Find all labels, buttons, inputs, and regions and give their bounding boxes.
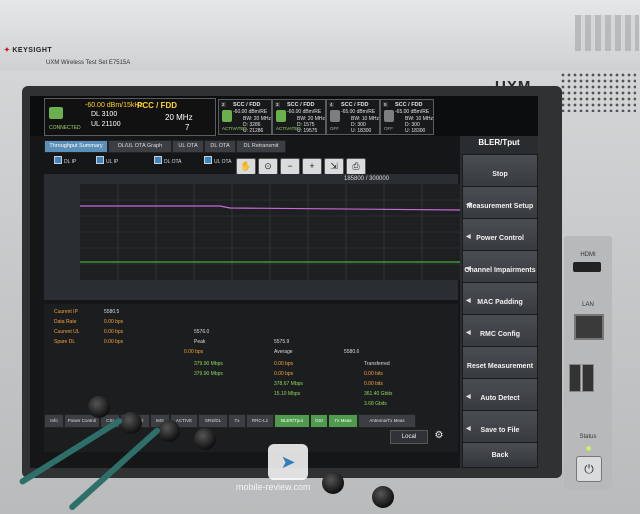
- status-led: [586, 446, 591, 451]
- zoom-in-icon[interactable]: +: [302, 158, 322, 175]
- scc-cell-4[interactable]: 4 SCC / FDD -65.00 dBm/RE BW: 10 MHz D: …: [326, 99, 380, 135]
- plot-area: [80, 184, 461, 280]
- pcc-title: PCC / FDD: [137, 101, 177, 110]
- table-row: 378.67 Mbps 0.00 bits: [274, 381, 383, 387]
- legend-dl-ip[interactable]: DL IP: [54, 156, 76, 165]
- pcc-ul-earfcn: UL 21100: [91, 121, 121, 128]
- export-icon[interactable]: ⇲: [324, 158, 344, 175]
- tab-rrc-l1[interactable]: RRC-L1: [246, 414, 274, 428]
- speaker-grille: [560, 72, 636, 112]
- status-label: Status: [579, 434, 597, 440]
- tab-antenna-tx-meas[interactable]: Antenna/Tx Meas: [358, 414, 416, 428]
- scc-cell-3[interactable]: 3 SCC / FDD -60.00 dBm/RE BW: 20 MHz D: …: [272, 99, 326, 135]
- print-icon[interactable]: ⎙: [346, 158, 366, 175]
- pcc-bandwidth: 20 MHz: [165, 113, 193, 122]
- local-button[interactable]: Local: [390, 430, 428, 444]
- zoom-out-icon[interactable]: −: [280, 158, 300, 175]
- rf-connector-knob[interactable]: [194, 428, 216, 450]
- watermark-logo: ➤: [268, 444, 308, 480]
- zoom-reset-icon[interactable]: ⊙: [258, 158, 278, 175]
- tab-throughput-summary[interactable]: Throughput Summary: [44, 140, 108, 153]
- table-row: 0.00 bps Average 5580.6: [184, 349, 360, 355]
- rf-connector-knob[interactable]: [120, 412, 142, 434]
- watermark-text: mobile-review.com: [236, 482, 311, 492]
- throughput-graph[interactable]: 185800 / 300000: [44, 174, 461, 300]
- table-row: Data Rate 0.00 bps: [54, 319, 124, 325]
- instrument-chassis: ✦KEYSIGHT UXM Wireless Test Set E7515A U…: [0, 0, 640, 514]
- table-row: 15.10 Mbps 361.40 Gbits: [274, 391, 393, 397]
- softkey-panel-title: BLER/Tput: [478, 138, 520, 147]
- rf-connector-knob[interactable]: [372, 486, 394, 508]
- pcc-power: -60.00 dBm/15kHz: [85, 102, 143, 109]
- tab-dl-ota[interactable]: DL OTA: [204, 140, 236, 153]
- pcc-cell-status[interactable]: CONNECTED -60.00 dBm/15kHz PCC / FDD DL …: [44, 98, 216, 136]
- graph-toolbar: ✋ ⊙ − + ⇲ ⎙: [236, 158, 386, 175]
- tab-dl-ul-ota-graph[interactable]: DL/UL OTA Graph: [108, 140, 172, 153]
- hand-icon[interactable]: ✋: [236, 158, 256, 175]
- table-row: Cuurent IP 5580.5: [54, 309, 120, 315]
- antenna-icon: [222, 110, 232, 122]
- top-vent: [575, 15, 639, 51]
- power-button-icon[interactable]: ⏻: [576, 456, 602, 482]
- table-row: 379.90 Mbps 0.00 bps Transferred: [194, 361, 390, 367]
- usb-port[interactable]: [569, 364, 581, 392]
- softkey-panel: BLER/Tput Stop ◀ Measurement Setup ◀ Power…: [460, 136, 538, 468]
- y-axis-ticks: [56, 178, 66, 278]
- antenna-icon: [384, 110, 394, 122]
- rf-connector-knob[interactable]: [88, 396, 110, 418]
- side-port-panel: HDMI LAN Status ⏻: [564, 236, 612, 490]
- back-button[interactable]: Back: [462, 442, 538, 468]
- brand-logo: ✦ KEYSIGHT: [4, 47, 53, 54]
- lan-label: LAN: [582, 302, 594, 308]
- legend-ul-ip[interactable]: UL IP: [96, 156, 118, 165]
- tab-ul-ota[interactable]: UL OTA: [172, 140, 204, 153]
- hdmi-port[interactable]: [573, 262, 601, 272]
- rf-connector-knob[interactable]: [158, 420, 180, 442]
- legend-dl-ota[interactable]: DL OTA: [154, 156, 182, 165]
- tab-srs-dl[interactable]: SRS/DL: [198, 414, 228, 428]
- tab-bler-tput[interactable]: BLER/Tput: [274, 414, 310, 428]
- antenna-icon: [330, 110, 340, 122]
- rf-connector-knob[interactable]: [322, 472, 344, 494]
- hdmi-label: HDMI: [580, 252, 596, 258]
- tab-gsi[interactable]: GSI: [310, 414, 328, 428]
- product-label: UXM Wireless Test Set E7515A: [46, 60, 131, 66]
- scc-cell-2[interactable]: 2 SCC / FDD -60.00 dBm/RE BW: 20 MHz D: …: [218, 99, 272, 135]
- cell-status-bar: CONNECTED -60.00 dBm/15kHz PCC / FDD DL …: [30, 96, 538, 136]
- table-row: Spare DL 0.00 bps Peak 5575.9: [54, 339, 290, 345]
- graph-svg: [80, 184, 461, 280]
- pcc-band: 7: [185, 123, 190, 132]
- scc-cell-5[interactable]: 5 SCC / FDD -65.00 dBm/RE BW: 10 MHz D: …: [380, 99, 434, 135]
- table-row: Cuurent UL 0.00 bps 5576.0: [54, 329, 210, 335]
- view-tabs: Throughput Summary DL/UL OTA Graph UL OT…: [30, 140, 460, 153]
- table-row: 379.90 Mbps 0.00 bps 0.00 bits: [194, 371, 383, 377]
- tab-info[interactable]: Info: [44, 414, 64, 428]
- gear-icon[interactable]: ⚙: [432, 430, 446, 442]
- pcc-dl-earfcn: DL 3100: [91, 111, 118, 118]
- usb-port[interactable]: [582, 364, 594, 392]
- antenna-icon: [276, 110, 286, 122]
- legend-ul-ota[interactable]: UL OTA: [204, 156, 232, 165]
- tab-tx-meas[interactable]: Tx Meas: [328, 414, 358, 428]
- antenna-icon: [49, 107, 63, 119]
- pcc-state: CONNECTED: [49, 125, 81, 131]
- tab-tx[interactable]: Tx: [228, 414, 246, 428]
- tab-dl-retransmit[interactable]: DL Retransmit: [236, 140, 286, 153]
- sample-counter: 185800 / 300000: [344, 176, 390, 182]
- lan-port[interactable]: [574, 314, 604, 340]
